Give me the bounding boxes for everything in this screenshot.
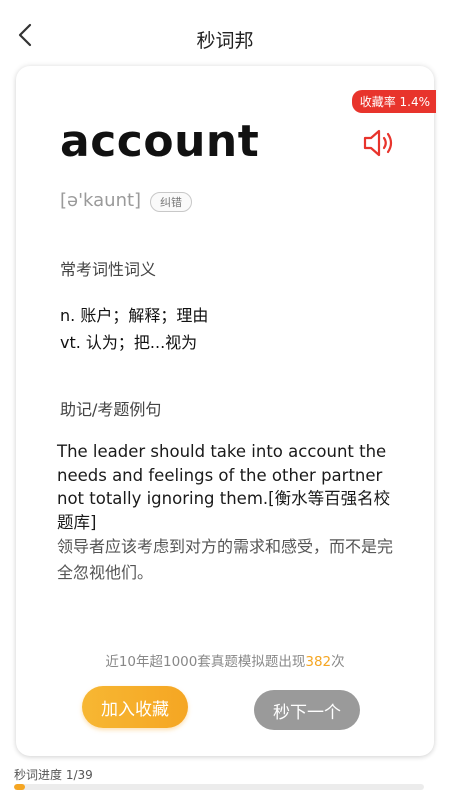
- definition-item: vt. 认为；把...视为: [60, 333, 198, 352]
- example-title: 助记/考题例句: [60, 400, 162, 419]
- definition-item: n. 账户；解释；理由: [60, 306, 209, 325]
- add-favorite-button[interactable]: 加入收藏: [82, 686, 188, 728]
- word-card: 收藏率 1.4% account [ə'kaunt] 纠错 常考词性词义 n. …: [16, 66, 436, 756]
- example-english: The leader should take into account the …: [57, 442, 391, 532]
- exam-frequency: 近10年超1000套真题模拟题出现382次: [16, 650, 434, 670]
- definitions-title: 常考词性词义: [60, 260, 157, 279]
- pronounce-button[interactable]: [362, 128, 396, 158]
- frequency-prefix: 近10年超1000套真题模拟题出现: [105, 654, 306, 670]
- next-word-button[interactable]: 秒下一个: [254, 690, 360, 730]
- frequency-count: 382: [305, 654, 332, 670]
- example-sentence: The leader should take into account the …: [57, 440, 405, 586]
- progress-label: 秒词进度 1/39: [14, 768, 93, 782]
- correct-error-button[interactable]: 纠错: [150, 192, 192, 212]
- speaker-icon: [363, 129, 393, 157]
- progress-bar-fill: [14, 784, 25, 790]
- example-chinese: 领导者应该考虑到对方的需求和感受，而不是完全忽视他们。: [57, 537, 394, 582]
- page: 秒词邦 收藏率 1.4% account [ə'kaunt] 纠错 常考词性词义…: [0, 0, 450, 800]
- progress-bar: [14, 784, 424, 790]
- page-title: 秒词邦: [196, 30, 254, 52]
- phonetic-text: [ə'kaunt]: [60, 190, 142, 211]
- top-nav: 秒词邦: [0, 0, 450, 70]
- favorite-rate-badge: 收藏率 1.4%: [351, 90, 436, 113]
- word-headword: account: [60, 116, 260, 167]
- frequency-suffix: 次: [331, 654, 345, 670]
